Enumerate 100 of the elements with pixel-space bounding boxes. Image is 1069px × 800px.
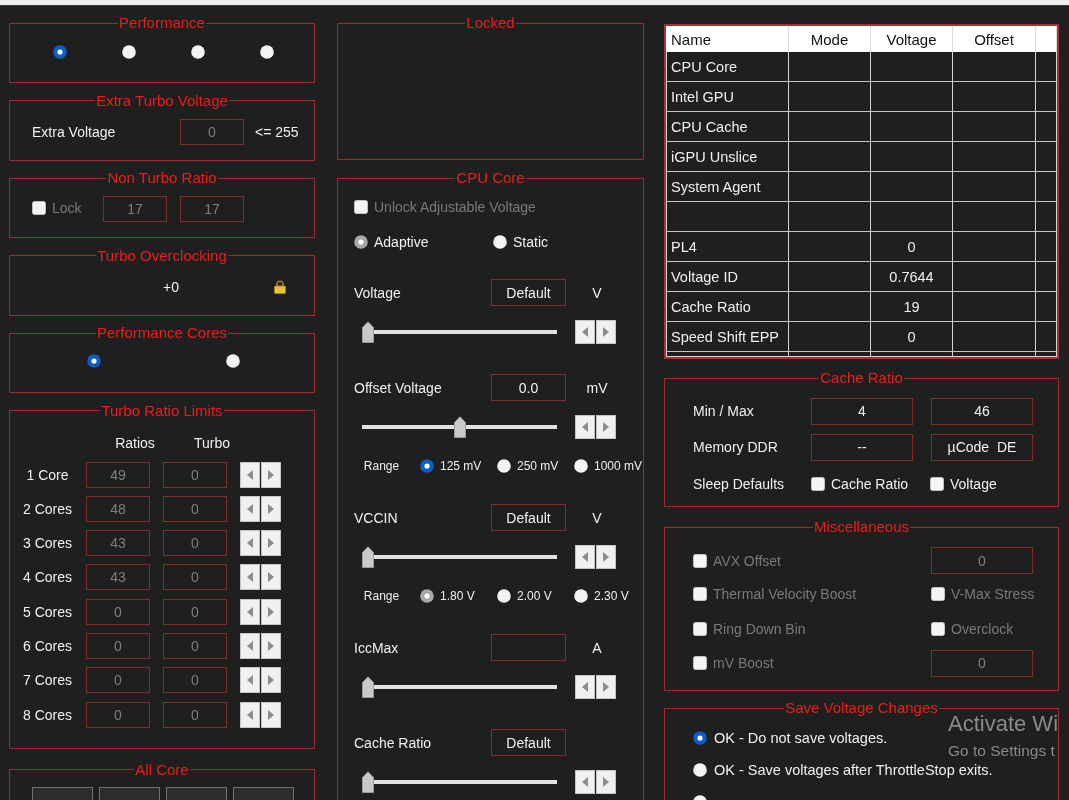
- value-field[interactable]: --: [811, 433, 913, 461]
- column-header[interactable]: Name: [666, 26, 789, 52]
- increase-button[interactable]: [261, 461, 281, 488]
- checkbox-option[interactable]: Cache Ratio: [811, 476, 909, 492]
- left-triangle-icon: [247, 469, 253, 480]
- slider-thumb[interactable]: [362, 321, 374, 343]
- right-triangle-icon: [268, 709, 274, 720]
- field-label: Voltage: [354, 284, 401, 301]
- slider-thumb[interactable]: [453, 416, 466, 438]
- radio-button[interactable]: [87, 354, 101, 368]
- radio-option[interactable]: 1000 mV: [574, 459, 643, 473]
- group-title: CPU Core: [455, 169, 526, 187]
- limit-label: <= 255: [255, 123, 299, 140]
- row-label: 6 Cores: [23, 638, 72, 654]
- field-label: Cache Ratio: [354, 734, 432, 751]
- watermark-title: Activate Wi: [948, 711, 1059, 737]
- decrease-button[interactable]: [240, 701, 260, 728]
- radio-button[interactable]: [191, 45, 205, 59]
- table-cell: Voltage ID: [666, 262, 789, 291]
- decrease-button[interactable]: [240, 667, 260, 694]
- watermark-subtitle: Go to Settings t: [948, 741, 1055, 761]
- field-label: Sleep Defaults: [693, 476, 785, 492]
- row-label: 8 Cores: [23, 706, 72, 723]
- table-cell: CPU Cache: [666, 112, 789, 141]
- left-triangle-icon: [247, 572, 253, 583]
- right-triangle-icon: [603, 777, 609, 787]
- column-header[interactable]: Voltage: [871, 26, 953, 52]
- unit-label: A: [592, 639, 602, 656]
- value-field[interactable]: Default: [491, 729, 566, 756]
- value-field[interactable]: [491, 634, 566, 661]
- increase-button[interactable]: [261, 530, 281, 557]
- group-title: Performance Cores: [95, 324, 229, 342]
- increase-button[interactable]: [261, 667, 281, 694]
- decrease-button[interactable]: [240, 495, 260, 522]
- unit-label: mV: [586, 379, 608, 396]
- left-triangle-icon: [582, 327, 588, 337]
- increase-button[interactable]: [261, 495, 281, 522]
- column-header[interactable]: Mode: [789, 26, 871, 52]
- left-triangle-icon: [247, 538, 253, 549]
- decrease-button[interactable]: [240, 461, 260, 488]
- range-label: Range: [363, 589, 400, 603]
- column-label: Turbo: [193, 434, 231, 451]
- increase-button[interactable]: [261, 701, 281, 728]
- table-cell: 0: [871, 322, 953, 351]
- table-cell: Intel GPU: [666, 82, 789, 111]
- radio-option[interactable]: 125 mV: [420, 459, 482, 473]
- group-title: Performance: [118, 14, 206, 32]
- increase-button[interactable]: [261, 564, 281, 591]
- field-label: Extra Voltage: [32, 123, 116, 140]
- value-field[interactable]: 0.0: [491, 374, 566, 401]
- table-cell: Speed Shift EPP: [666, 322, 789, 351]
- table-cell: System Agent: [666, 172, 789, 201]
- group-title: Turbo Overclocking: [96, 246, 228, 265]
- table-cell: 0.7644: [871, 262, 953, 291]
- field-label: IccMax: [354, 639, 399, 656]
- right-triangle-icon: [603, 552, 609, 562]
- field-label: Memory DDR: [693, 439, 778, 455]
- table-cell: PL4: [666, 232, 789, 261]
- radio-button[interactable]: [260, 45, 274, 59]
- left-triangle-icon: [247, 641, 253, 651]
- group-title: Locked: [465, 14, 516, 32]
- value-label: +0: [163, 278, 179, 295]
- right-triangle-icon: [268, 572, 274, 583]
- row-label: 1 Core: [26, 466, 69, 483]
- group-title: Non Turbo Ratio: [106, 169, 218, 187]
- table-cell: 19: [871, 292, 953, 321]
- value-field[interactable]: 46: [931, 397, 1033, 425]
- left-triangle-icon: [247, 503, 253, 514]
- decrease-button[interactable]: [240, 530, 260, 557]
- radio-option[interactable]: 250 mV: [497, 459, 559, 473]
- increase-button[interactable]: [261, 598, 281, 625]
- radio-button[interactable]: [122, 45, 136, 59]
- range-label: Range: [363, 459, 400, 473]
- slider-thumb[interactable]: [362, 771, 374, 793]
- row-label: 4 Cores: [23, 569, 72, 586]
- right-triangle-icon: [268, 675, 274, 686]
- value-field[interactable]: Default: [491, 504, 566, 531]
- column-header[interactable]: Offset: [953, 26, 1036, 52]
- row-label: 7 Cores: [23, 672, 72, 689]
- value-field[interactable]: µCode DE: [931, 433, 1033, 461]
- radio-option[interactable]: OK - Do not save voltages.: [693, 730, 888, 746]
- radio-button[interactable]: [226, 354, 240, 368]
- row-label: 5 Cores: [23, 603, 72, 620]
- radio-button[interactable]: [53, 45, 67, 59]
- value-field[interactable]: Default: [491, 279, 566, 306]
- left-triangle-icon: [247, 606, 253, 617]
- left-triangle-icon: [582, 777, 588, 787]
- column-label: Ratios: [115, 434, 155, 451]
- radio-option[interactable]: OK - Save voltages after ThrottleStop exits.: [693, 762, 993, 778]
- checkbox-option[interactable]: Voltage: [930, 476, 997, 492]
- slider-thumb[interactable]: [362, 676, 374, 698]
- slider-thumb[interactable]: [362, 546, 374, 568]
- value-field[interactable]: 4: [811, 397, 913, 425]
- unit-label: V: [592, 284, 602, 301]
- decrease-button[interactable]: [240, 598, 260, 625]
- left-triangle-icon: [247, 675, 253, 686]
- table-cell: CPU Core: [666, 52, 789, 81]
- group-title: Extra Turbo Voltage: [95, 91, 229, 110]
- decrease-button[interactable]: [240, 564, 260, 591]
- left-triangle-icon: [582, 552, 588, 562]
